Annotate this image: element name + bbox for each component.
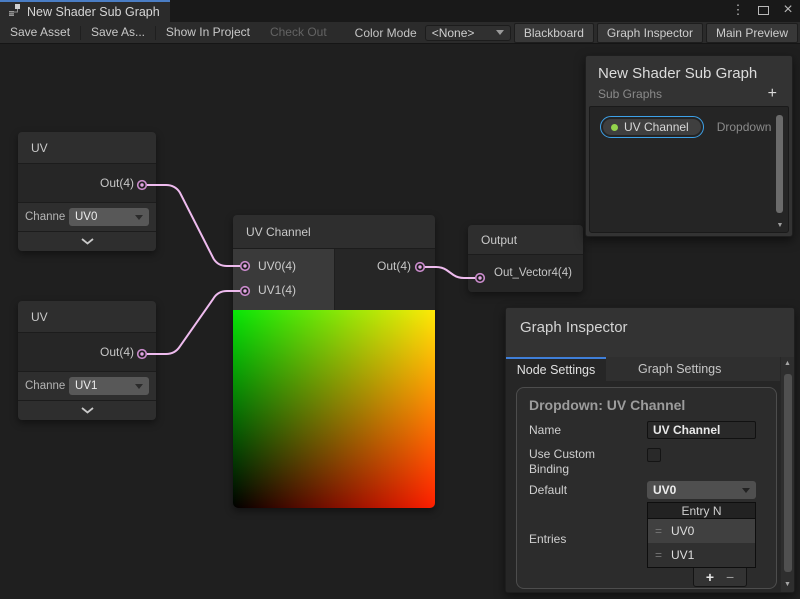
node-title[interactable]: UV Channel bbox=[233, 215, 435, 249]
graph-inspector-toggle-button[interactable]: Graph Inspector bbox=[597, 23, 703, 43]
entries-label: Entries bbox=[529, 502, 647, 587]
graph-inspector-panel: Graph Inspector Node Settings Graph Sett… bbox=[505, 307, 795, 593]
property-row: UV Channel Dropdown bbox=[600, 116, 778, 138]
chevron-down-icon bbox=[496, 30, 504, 35]
toolbar: Save Asset Save As... Show In Project Ch… bbox=[0, 22, 800, 44]
output-port-label: Out(4) bbox=[335, 254, 435, 278]
node-title[interactable]: UV bbox=[18, 301, 156, 333]
add-entry-button[interactable]: + bbox=[706, 569, 714, 585]
section-title: Dropdown: UV Channel bbox=[517, 388, 776, 421]
node-title[interactable]: Output bbox=[468, 225, 583, 255]
window-controls: ⋮ × bbox=[730, 0, 796, 20]
node-collapse-button[interactable] bbox=[18, 231, 156, 251]
blackboard-panel: New Shader Sub Graph Sub Graphs + UV Cha… bbox=[585, 55, 793, 237]
uv-gradient-preview bbox=[233, 310, 435, 508]
blackboard-subtitle: Sub Graphs bbox=[598, 87, 765, 101]
node-output-label: Out(4) bbox=[18, 333, 156, 371]
dropdown-settings-box: Dropdown: UV Channel Name Use Custom B bbox=[516, 387, 777, 589]
node-uv-bottom[interactable]: UV Out(4) Channe UV1 bbox=[18, 301, 156, 420]
blackboard-toggle-button[interactable]: Blackboard bbox=[514, 23, 594, 43]
show-in-project-button[interactable]: Show In Project bbox=[156, 22, 260, 44]
toolbar-right: Blackboard Graph Inspector Main Preview bbox=[511, 22, 800, 44]
drag-handle-icon[interactable]: = bbox=[655, 548, 662, 562]
chevron-down-icon bbox=[135, 215, 143, 220]
channel-dropdown[interactable]: UV0 bbox=[69, 208, 149, 226]
input-port-label: Out_Vector4(4) bbox=[468, 255, 583, 292]
tab-graph-settings[interactable]: Graph Settings bbox=[606, 357, 780, 381]
blackboard-title: New Shader Sub Graph bbox=[598, 65, 780, 82]
inspector-scrollbar[interactable]: ▲ ▼ bbox=[780, 357, 794, 592]
chevron-down-icon bbox=[81, 407, 94, 414]
node-uv-channel[interactable]: UV Channel UV0(4) UV1(4) Out(4) bbox=[233, 215, 435, 508]
use-custom-binding-checkbox[interactable] bbox=[647, 448, 661, 462]
maximize-icon[interactable] bbox=[755, 3, 771, 18]
tab-title: New Shader Sub Graph bbox=[27, 5, 160, 19]
entry-row-uv0[interactable]: = UV0 bbox=[648, 519, 755, 543]
input-port-label: UV1(4) bbox=[233, 278, 334, 302]
channel-dropdown[interactable]: UV1 bbox=[69, 377, 149, 395]
property-type-label: Dropdown bbox=[717, 120, 772, 134]
shader-graph-window: New Shader Sub Graph ⋮ × Save Asset Save… bbox=[0, 0, 800, 599]
channel-label: Channe bbox=[25, 211, 69, 223]
tab-node-settings[interactable]: Node Settings bbox=[506, 357, 606, 381]
blackboard-body: UV Channel Dropdown ▼ bbox=[589, 106, 789, 233]
main-preview-toggle-button[interactable]: Main Preview bbox=[706, 23, 798, 43]
entries-add-remove: + − bbox=[693, 568, 747, 587]
save-asset-button[interactable]: Save Asset bbox=[0, 22, 80, 44]
remove-entry-button[interactable]: − bbox=[726, 569, 734, 585]
node-output-column: Out(4) bbox=[335, 249, 435, 310]
use-custom-binding-label: Use Custom Binding bbox=[529, 445, 647, 477]
node-collapse-button[interactable] bbox=[18, 400, 156, 420]
close-icon[interactable]: × bbox=[780, 1, 796, 19]
color-mode-dropdown[interactable]: <None> bbox=[425, 25, 511, 41]
node-title[interactable]: UV bbox=[18, 132, 156, 164]
scrollbar-thumb[interactable] bbox=[776, 115, 783, 213]
tab-bar: New Shader Sub Graph ⋮ × bbox=[0, 0, 800, 22]
tab-new-shader-sub-graph[interactable]: New Shader Sub Graph bbox=[0, 0, 170, 22]
exposed-indicator-icon bbox=[611, 124, 618, 131]
color-mode-label: Color Mode bbox=[337, 26, 425, 40]
drag-handle-icon[interactable]: = bbox=[655, 524, 662, 538]
input-port-label: UV0(4) bbox=[233, 254, 334, 278]
chevron-down-icon bbox=[135, 384, 143, 389]
add-property-button[interactable]: + bbox=[765, 87, 780, 101]
scroll-down-icon[interactable]: ▼ bbox=[781, 578, 794, 592]
node-uv-top[interactable]: UV Out(4) Channe UV0 bbox=[18, 132, 156, 251]
name-label: Name bbox=[529, 421, 647, 439]
scroll-down-icon[interactable]: ▼ bbox=[775, 222, 785, 229]
scroll-up-icon[interactable]: ▲ bbox=[781, 357, 794, 371]
inspector-content: Dropdown: UV Channel Name Use Custom B bbox=[506, 381, 780, 592]
subgraph-icon bbox=[8, 3, 21, 21]
node-input-column: UV0(4) UV1(4) bbox=[233, 249, 335, 310]
scrollbar-thumb[interactable] bbox=[784, 374, 792, 572]
save-as-button[interactable]: Save As... bbox=[81, 22, 155, 44]
inspector-tabs: Node Settings Graph Settings bbox=[506, 357, 780, 381]
default-dropdown[interactable]: UV0 bbox=[647, 481, 756, 499]
inspector-title: Graph Inspector bbox=[506, 308, 794, 357]
blackboard-scrollbar[interactable]: ▼ bbox=[775, 113, 785, 229]
node-output[interactable]: Output Out_Vector4(4) bbox=[468, 225, 583, 292]
node-output-label: Out(4) bbox=[18, 164, 156, 202]
entries-header: Entry N bbox=[647, 502, 756, 519]
default-label: Default bbox=[529, 481, 647, 499]
channel-label: Channe bbox=[25, 380, 69, 392]
chevron-down-icon bbox=[81, 238, 94, 245]
name-input[interactable] bbox=[647, 421, 756, 439]
chevron-down-icon bbox=[742, 488, 750, 493]
property-pill-uv-channel[interactable]: UV Channel bbox=[600, 116, 704, 138]
more-icon[interactable]: ⋮ bbox=[730, 2, 746, 18]
color-mode-value: <None> bbox=[432, 26, 496, 40]
check-out-button: Check Out bbox=[260, 22, 337, 44]
blackboard-header: New Shader Sub Graph Sub Graphs + bbox=[586, 56, 792, 106]
entry-row-uv1[interactable]: = UV1 bbox=[648, 543, 755, 567]
